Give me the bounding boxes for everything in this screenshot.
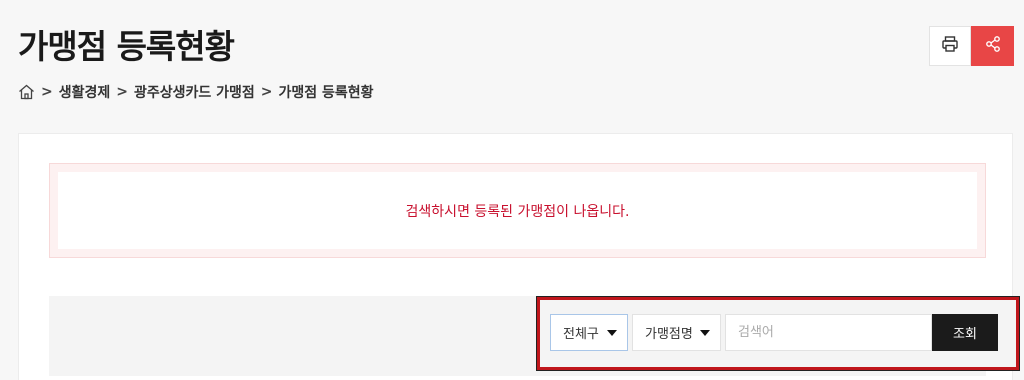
caret-down-icon [700,329,710,336]
breadcrumb-item-merchant-status[interactable]: 가맹점 등록현황 [279,82,374,102]
notice-message: 검색하시면 등록된 가맹점이 나옵니다. [405,203,630,220]
search-bar: 전체구 가맹점명 조회 [49,296,1020,376]
district-select-value: 전체구 [563,327,599,342]
search-field-select-value: 가맹점명 [645,327,693,342]
search-form-highlight: 전체구 가맹점명 조회 [536,296,1020,371]
breadcrumb-separator: > [116,84,128,100]
search-button[interactable]: 조회 [932,314,998,351]
breadcrumb-separator: > [260,84,273,100]
search-input[interactable] [725,314,932,351]
breadcrumb-separator: > [41,84,53,100]
district-select[interactable]: 전체구 [550,314,628,351]
content-panel: 검색하시면 등록된 가맹점이 나옵니다. 전체구 가맹점명 조회 [18,133,1020,380]
notice-box: 검색하시면 등록된 가맹점이 나옵니다. [49,163,986,258]
home-icon[interactable] [18,84,35,100]
share-button[interactable] [971,26,1014,66]
page-title: 가맹점 등록현황 [18,27,235,66]
print-button[interactable] [929,26,971,66]
breadcrumb: > 생활경제 > 광주상생카드 가맹점 > 가맹점 등록현황 [18,82,374,102]
caret-down-icon [607,329,617,336]
breadcrumb-item-card-merchants[interactable]: 광주상생카드 가맹점 [134,82,255,102]
search-field-select[interactable]: 가맹점명 [632,314,721,351]
notice-inner: 검색하시면 등록된 가맹점이 나옵니다. [58,172,977,249]
printer-icon [941,35,959,57]
share-icon [984,35,1002,57]
breadcrumb-item-life-economy[interactable]: 생활경제 [59,82,111,102]
